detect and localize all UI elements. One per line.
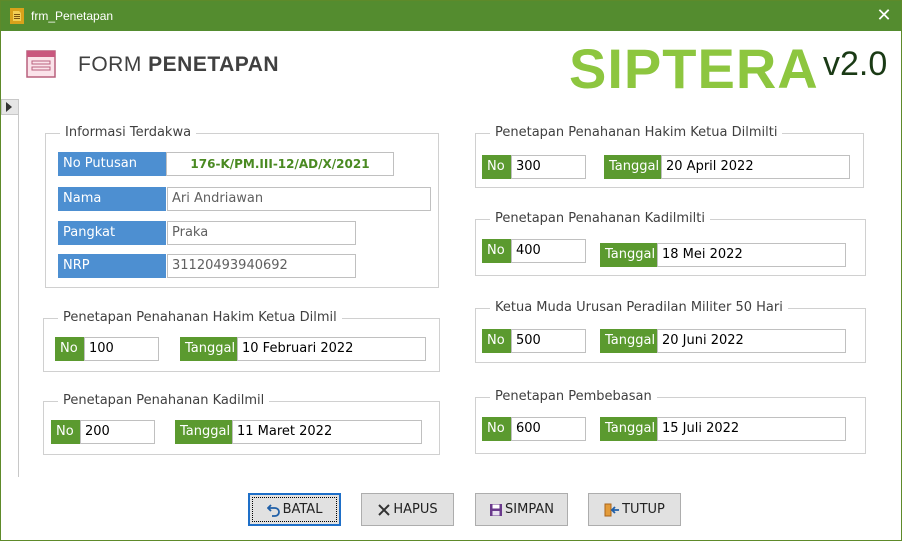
no-field[interactable]: 300 <box>511 155 586 179</box>
record-selector-bar <box>1 99 19 477</box>
pangkat-label: Pangkat <box>58 221 166 245</box>
batal-label: BATAL <box>282 502 323 517</box>
pangkat-field[interactable]: Praka <box>167 221 356 245</box>
window-title: frm_Penetapan <box>31 9 114 23</box>
no-field[interactable]: 600 <box>511 417 586 441</box>
no-label: No <box>482 155 511 179</box>
group-label: Penetapan Penahanan Kadilmilti <box>490 211 710 226</box>
simpan-button[interactable]: SIMPAN <box>475 493 568 526</box>
nama-terdakwa-field[interactable]: Ari Andriawan <box>167 187 431 211</box>
no-field[interactable]: 100 <box>84 337 159 361</box>
no-field[interactable]: 200 <box>80 420 155 444</box>
form-title: FORM PENETAPAN <box>78 53 279 77</box>
tanggal-label: Tanggal <box>175 420 232 444</box>
group-label: Informasi Terdakwa <box>60 125 197 140</box>
nama-terdakwa-label: Nama Terdakwa <box>58 187 166 230</box>
group-label: Penetapan Penahanan Hakim Ketua Dilmil <box>58 310 342 325</box>
current-record-arrow-icon <box>6 102 12 112</box>
brand-version: v2.0 <box>823 45 888 83</box>
no-putusan-field[interactable]: 176-K/PM.III-12/AD/X/2021 <box>166 152 394 176</box>
tanggal-field[interactable]: 20 Juni 2022 <box>657 329 846 353</box>
tanggal-label: Tanggal <box>180 337 237 361</box>
exit-door-icon <box>604 503 620 516</box>
brand-logo: SIPTERA <box>569 37 819 100</box>
form-title-main: PENETAPAN <box>148 53 280 76</box>
tutup-label: TUTUP <box>622 502 665 517</box>
no-putusan-label: No Putusan <box>58 152 166 176</box>
group-label: Penetapan Pembebasan <box>490 389 657 404</box>
save-icon <box>490 503 503 516</box>
simpan-label: SIMPAN <box>505 502 554 517</box>
tutup-button[interactable]: TUTUP <box>588 493 681 526</box>
tanggal-field[interactable]: 15 Juli 2022 <box>657 417 846 441</box>
undo-icon <box>266 503 280 517</box>
form-window: frm_Penetapan ✕ FORM PENETAPAN SIPTERA v… <box>0 0 902 541</box>
no-label: No <box>55 337 84 361</box>
tanggal-label: Tanggal <box>600 329 657 353</box>
tanggal-field[interactable]: 20 April 2022 <box>661 155 850 179</box>
title-bar[interactable]: frm_Penetapan ✕ <box>1 1 901 31</box>
no-label: No <box>482 417 511 441</box>
group-label: Penetapan Penahanan Hakim Ketua Dilmilti <box>490 125 783 140</box>
hapus-label: HAPUS <box>393 502 438 517</box>
hapus-button[interactable]: HAPUS <box>361 493 454 526</box>
tanggal-field[interactable]: 11 Maret 2022 <box>232 420 422 444</box>
tanggal-label: Tanggal <box>604 155 661 179</box>
x-icon <box>378 503 391 516</box>
record-selector[interactable] <box>1 99 19 115</box>
tanggal-label: Tanggal <box>600 243 657 267</box>
no-field[interactable]: 500 <box>511 329 586 353</box>
no-label: No <box>482 329 511 353</box>
tanggal-field[interactable]: 10 Februari 2022 <box>237 337 426 361</box>
form-title-prefix: FORM <box>78 53 149 76</box>
no-label: No <box>482 239 511 263</box>
tanggal-field[interactable]: 18 Mei 2022 <box>657 243 846 267</box>
nrp-field[interactable]: 31120493940692 <box>167 254 356 278</box>
group-label: Ketua Muda Urusan Peradilan Militer 50 H… <box>490 300 788 315</box>
batal-button[interactable]: BATAL <box>248 493 341 526</box>
form-icon <box>26 50 56 78</box>
nrp-label: NRP <box>58 254 166 278</box>
app-icon <box>10 8 24 24</box>
close-button[interactable]: ✕ <box>873 5 895 27</box>
group-label: Penetapan Penahanan Kadilmil <box>58 393 270 408</box>
tanggal-label: Tanggal <box>600 417 657 441</box>
no-field[interactable]: 400 <box>511 239 586 263</box>
no-label: No <box>51 420 80 444</box>
